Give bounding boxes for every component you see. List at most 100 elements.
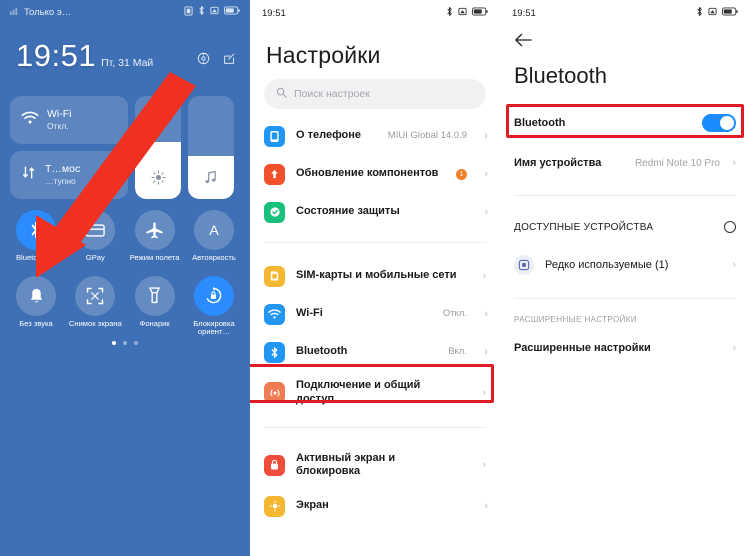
toggles-row-2: Без звука Снимок экрана Фонарик Блокиров… [8,275,242,337]
toggle-auto-brightness[interactable]: A Автояркость [186,210,242,263]
wifi-card-subtitle: Откл. [47,120,69,131]
mobile-data-card[interactable]: Т…мос …тупно [10,151,128,199]
device-row-rarely-used[interactable]: Редко используемые (1) › [500,248,750,282]
connection-icon [264,382,285,404]
wifi-card-title: Wi-Fi [47,108,72,121]
toggle-rotation-lock-label: Блокировка ориент… [193,318,235,337]
page-title: Bluetooth [514,63,607,88]
quick-settings-panel: Только э… 19:51 Пт, 31 Май Wi-Fi Откл. Т… [0,0,250,556]
section-divider [514,298,736,299]
advanced-settings-row[interactable]: Расширенные настройки › [500,330,750,366]
page-indicator-dots[interactable] [0,341,250,345]
settings-item-label: Состояние защиты [296,205,400,218]
settings-status-bar: 19:51 [250,0,500,26]
page-dot-2[interactable] [123,341,127,345]
edit-icon[interactable] [223,52,236,70]
brightness-icon [150,170,166,190]
data-transfer-icon [21,165,37,185]
chevron-right-icon: › [732,342,736,354]
toggle-airplane-mode[interactable]: Режим полета [127,210,183,263]
bluetooth-icon [198,5,205,19]
settings-item-lock-screen[interactable]: Активный экран и блокировка › [250,444,500,488]
device-square-icon [514,255,534,275]
search-input[interactable]: Поиск настроек [264,79,486,109]
device-name-value: Redmi Note 10 Pro [634,157,720,169]
battery-icon [472,7,488,19]
clock-row: 19:51 Пт, 31 Май [16,38,236,74]
settings-item-bluetooth[interactable]: Bluetooth Вкл. › [250,333,500,371]
airplane-icon [134,210,175,250]
available-devices-title: ДОСТУПНЫЕ УСТРОЙСТВА [514,221,654,233]
chevron-right-icon: › [732,259,736,271]
settings-item-value: Откл. [442,308,467,320]
signal-bars-icon [10,6,19,18]
page-dot-1[interactable] [112,341,116,345]
advanced-settings-label: Расширенные настройки [514,342,651,354]
settings-item-display[interactable]: Экран › [250,487,500,525]
settings-item-label: Активный экран и блокировка [296,451,396,478]
chevron-right-icon: › [484,168,488,180]
settings-item-about-phone[interactable]: О телефоне MIUI Global 14.0.9 › [250,117,500,155]
available-devices-header: ДОСТУПНЫЕ УСТРОЙСТВА [500,212,750,242]
settings-item-sim-cards[interactable]: SIM-карты и мобильные сети › [250,257,500,295]
settings-gear-icon[interactable] [197,52,210,70]
auto-brightness-icon: A [193,210,234,250]
section-divider [514,195,736,196]
display-icon [264,495,285,517]
toggle-auto-brightness-label: Автояркость [192,253,236,262]
wifi-icon [21,111,39,130]
chevron-right-icon: › [484,500,488,512]
search-placeholder: Поиск настроек [294,88,370,100]
toggle-gpay[interactable]: GPay [67,210,123,263]
scanning-spinner-icon [724,221,736,233]
clock-time: 19:51 [16,38,97,73]
brightness-slider[interactable] [135,96,181,199]
toggle-flashlight-label: Фонарик [139,318,170,328]
status-bar: Только э… [0,0,250,24]
bluetooth-icon [264,341,285,363]
toggle-flashlight[interactable]: Фонарик [127,275,183,337]
settings-item-component-update[interactable]: Обновление компонентов 1 › [250,155,500,193]
bluetooth-toggle-label: Bluetooth [514,117,566,129]
back-button[interactable] [500,26,750,53]
credit-card-icon [75,210,116,250]
settings-item-label: Wi-Fi [296,307,323,320]
settings-item-wifi[interactable]: Wi-Fi Откл. › [250,295,500,333]
wifi-icon [264,303,285,325]
chevron-right-icon: › [482,386,486,399]
settings-item-security-status[interactable]: Состояние защиты › [250,193,500,231]
bluetooth-switch[interactable] [702,114,736,132]
svg-text:A: A [209,222,219,238]
toggle-screenshot[interactable]: Снимок экрана [67,275,123,337]
toggle-gpay-label: GPay [85,253,105,262]
volume-slider[interactable] [188,96,234,199]
screenshot-root: Только э… 19:51 Пт, 31 Май Wi-Fi Откл. Т… [0,0,750,556]
toggle-silent[interactable]: Без звука [8,275,64,337]
toggle-rotation-lock[interactable]: Блокировка ориент… [186,275,242,337]
settings-list: О телефоне MIUI Global 14.0.9 › Обновлен… [250,117,500,525]
toggle-bluetooth[interactable]: Bluetooth ◢ [8,210,64,263]
settings-item-connection-sharing[interactable]: Подключение и общий доступ › [250,371,500,415]
settings-item-label: Экран [296,499,329,512]
search-icon [276,85,287,103]
settings-item-label: Подключение и общий доступ [296,379,421,405]
alarm-icon [210,6,219,18]
bluetooth-toggle-row[interactable]: Bluetooth [500,105,750,141]
bluetooth-icon [696,6,703,20]
page-title: Настройки [266,42,381,68]
lock-icon [264,454,285,476]
toggles-grid: Bluetooth ◢ GPay Режим полета A Автоярко… [8,210,242,350]
toggle-airplane-mode-label: Режим полета [129,253,180,262]
device-name-row[interactable]: Имя устройства Redmi Note 10 Pro › [500,145,750,181]
chevron-right-icon: › [482,459,486,472]
mobile-data-card-subtitle: …тупно [45,175,76,186]
page-dot-3[interactable] [134,341,138,345]
toggle-bluetooth-label: Bluetooth ◢ [15,253,57,262]
chevron-right-icon: › [484,206,488,218]
update-badge: 1 [456,168,467,180]
settings-item-value: MIUI Global 14.0.9 [387,130,467,142]
status-bar-time: 19:51 [512,7,536,19]
rotation-lock-icon [193,275,234,316]
battery-icon [722,7,738,19]
wifi-card[interactable]: Wi-Fi Откл. [10,96,128,144]
